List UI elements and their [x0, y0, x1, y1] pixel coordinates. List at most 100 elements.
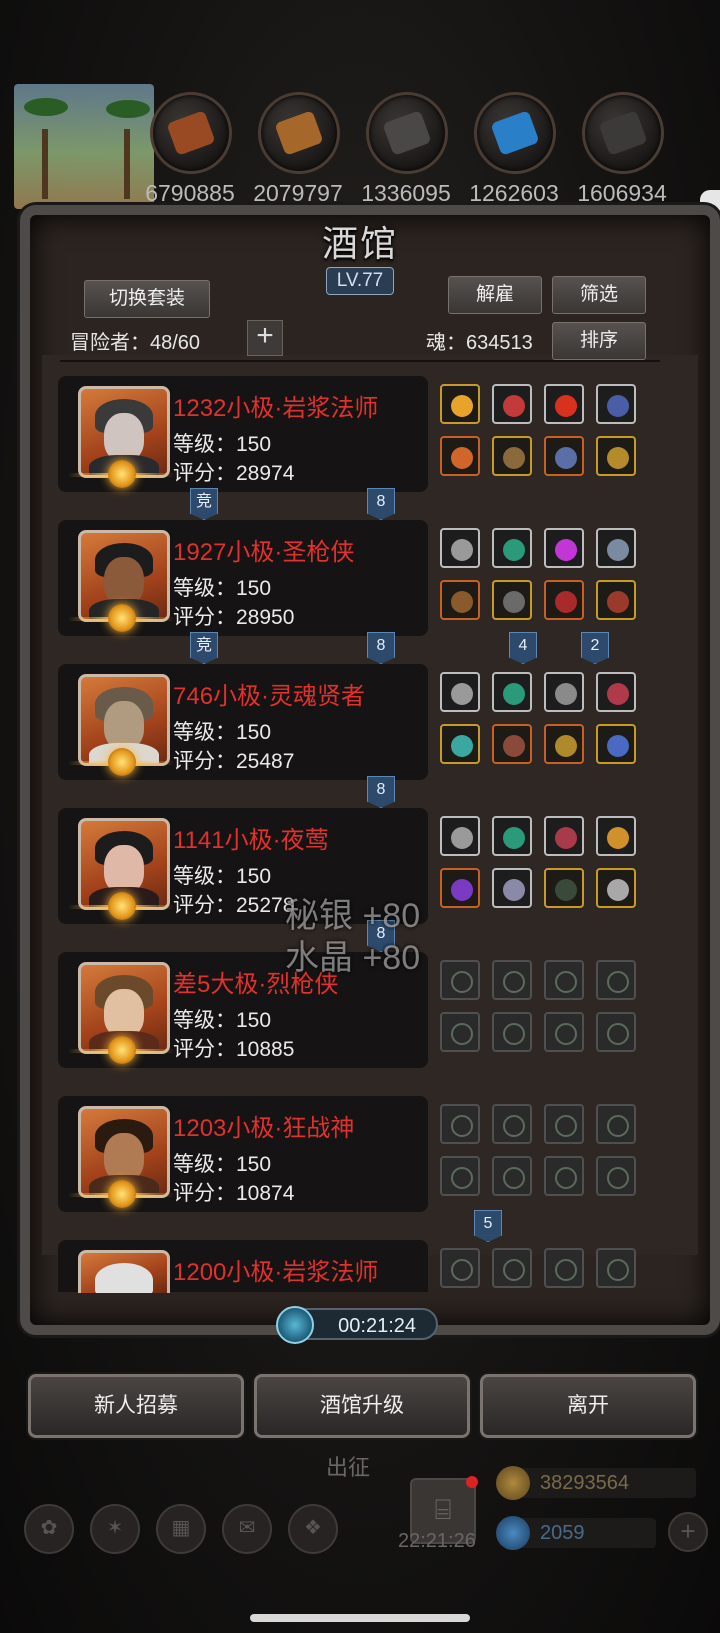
drop-placeholder-icon	[503, 1115, 525, 1137]
empty-slot[interactable]	[440, 1104, 480, 1144]
equip-slot[interactable]	[440, 816, 480, 856]
adventurer-name: 1927小极·圣枪侠	[173, 539, 355, 566]
equip-slot[interactable]	[492, 580, 532, 620]
add-gems-button[interactable]: +	[668, 1512, 708, 1552]
tag-badge: 竞	[190, 632, 218, 664]
equip-slot[interactable]	[492, 528, 532, 568]
equip-slot[interactable]	[596, 384, 636, 424]
equip-slot[interactable]	[492, 436, 532, 476]
mail-icon[interactable]: ✉	[222, 1504, 272, 1554]
equip-slot[interactable]	[596, 528, 636, 568]
leave-button[interactable]: 离开	[480, 1374, 696, 1438]
add-adventurer-button[interactable]: +	[247, 320, 283, 356]
equip-slot[interactable]	[596, 436, 636, 476]
resource-ore[interactable]: 6790885	[145, 92, 235, 206]
equip-slot[interactable]	[440, 868, 480, 908]
equip-slot[interactable]	[544, 816, 584, 856]
gun-icon	[451, 591, 473, 613]
empty-slot[interactable]	[544, 1248, 584, 1288]
scroll-icon[interactable]: ▦	[156, 1504, 206, 1554]
equip-slot[interactable]	[596, 672, 636, 712]
adventurer-row[interactable]: 1232小极·岩浆法师 等级：150 评分：28974	[58, 376, 428, 492]
ring-icon	[607, 447, 629, 469]
empty-slot[interactable]	[492, 960, 532, 1000]
gem-icon	[555, 539, 577, 561]
adventurer-row[interactable]: 1200小极·岩浆法师	[58, 1240, 428, 1293]
empty-slot[interactable]	[492, 1156, 532, 1196]
empty-slot[interactable]	[492, 1012, 532, 1052]
equip-slot[interactable]	[596, 816, 636, 856]
tavern-level-badge: LV.77	[325, 267, 395, 295]
adventurer-level: 等级：150	[173, 433, 272, 456]
empty-slot[interactable]	[544, 1012, 584, 1052]
equip-slot[interactable]	[440, 436, 480, 476]
equip-slot[interactable]	[544, 672, 584, 712]
equip-slot[interactable]	[544, 868, 584, 908]
resource-stone[interactable]: 1336095	[361, 92, 451, 206]
empty-slot[interactable]	[596, 960, 636, 1000]
rank-badge-icon	[108, 1036, 136, 1064]
equip-slot[interactable]	[440, 384, 480, 424]
armor-icon	[503, 879, 525, 901]
switch-suit-button[interactable]: 切换套装	[84, 280, 210, 318]
equip-slot[interactable]	[492, 672, 532, 712]
adventurer-level: 等级：150	[173, 1009, 272, 1032]
equip-slot[interactable]	[492, 384, 532, 424]
equip-slot[interactable]	[440, 724, 480, 764]
equip-slot[interactable]	[596, 868, 636, 908]
adventurer-name: 1203小极·狂战神	[173, 1115, 355, 1142]
equip-slot[interactable]	[544, 724, 584, 764]
armor-placeholder-icon	[503, 1023, 525, 1045]
skill-icon[interactable]: ✶	[90, 1504, 140, 1554]
resource-crystal[interactable]: 1262603	[469, 92, 559, 206]
empty-slot[interactable]	[440, 960, 480, 1000]
sort-button[interactable]: 排序	[552, 322, 646, 360]
equip-slot[interactable]	[596, 724, 636, 764]
boots-icon	[607, 591, 629, 613]
adventurer-row[interactable]: 1927小极·圣枪侠 等级：150 评分：28950	[58, 520, 428, 636]
equip-slot[interactable]	[492, 816, 532, 856]
resource-mithril[interactable]: 1606934	[577, 92, 667, 206]
equip-slot[interactable]	[544, 436, 584, 476]
equip-slot[interactable]	[544, 580, 584, 620]
adventurer-row[interactable]: 746小极·灵魂贤者 等级：150 评分：25487	[58, 664, 428, 780]
crown-icon	[451, 395, 473, 417]
axe-placeholder-icon	[451, 1167, 473, 1189]
empty-slot[interactable]	[596, 1104, 636, 1144]
resource-wood[interactable]: 2079797	[253, 92, 343, 206]
empty-slot[interactable]	[440, 1248, 480, 1288]
equip-slot[interactable]	[596, 580, 636, 620]
empty-slot[interactable]	[440, 1156, 480, 1196]
equip-slot[interactable]	[492, 724, 532, 764]
empty-slot[interactable]	[544, 1156, 584, 1196]
map-icon[interactable]: ❖	[288, 1504, 338, 1554]
dismiss-button[interactable]: 解雇	[448, 276, 542, 314]
hourglass-placeholder-icon	[555, 1115, 577, 1137]
recruit-button[interactable]: 新人招募	[28, 1374, 244, 1438]
empty-slot[interactable]	[440, 1012, 480, 1052]
empty-slot[interactable]	[492, 1248, 532, 1288]
equip-slot[interactable]	[440, 580, 480, 620]
equip-slot[interactable]	[492, 868, 532, 908]
empty-slot[interactable]	[596, 1156, 636, 1196]
empty-slot[interactable]	[544, 960, 584, 1000]
necklace-icon	[607, 395, 629, 417]
hourglass-placeholder-icon	[555, 971, 577, 993]
gauntlet-icon	[555, 735, 577, 757]
home-indicator[interactable]	[250, 1614, 470, 1622]
upgrade-tavern-button[interactable]: 酒馆升级	[254, 1374, 470, 1438]
settings-icon[interactable]: ✿	[24, 1504, 74, 1554]
empty-slot[interactable]	[544, 1104, 584, 1144]
equip-slot[interactable]	[544, 528, 584, 568]
hourglass-placeholder-icon	[607, 971, 629, 993]
empty-slot[interactable]	[492, 1104, 532, 1144]
equip-slot[interactable]	[440, 672, 480, 712]
adventurer-row[interactable]: 1203小极·狂战神 等级：150 评分：10874	[58, 1096, 428, 1212]
empty-slot[interactable]	[596, 1012, 636, 1052]
empty-slot[interactable]	[596, 1248, 636, 1288]
adventurer-level: 等级：150	[173, 1153, 272, 1176]
tag-badge: 4	[509, 632, 537, 664]
equip-slot[interactable]	[544, 384, 584, 424]
equip-slot[interactable]	[440, 528, 480, 568]
filter-button[interactable]: 筛选	[552, 276, 646, 314]
